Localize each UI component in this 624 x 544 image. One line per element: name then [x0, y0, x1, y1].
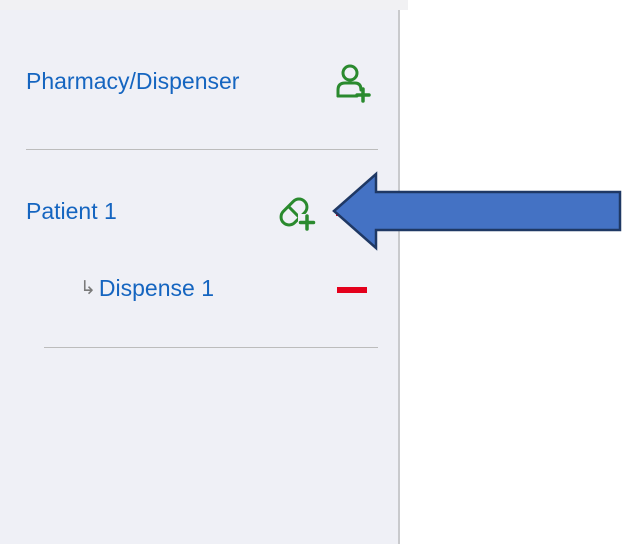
dispense-link[interactable]: Dispense 1 — [99, 275, 214, 302]
sidebar-divider — [398, 10, 400, 544]
callout-arrow-icon — [332, 171, 622, 251]
top-border — [0, 0, 408, 10]
section-divider — [44, 347, 378, 348]
remove-dispense-minus-icon[interactable] — [337, 287, 367, 293]
pharmacy-dispenser-link[interactable]: Pharmacy/Dispenser — [26, 68, 239, 95]
dispense-list-item[interactable]: ↳ Dispense 1 — [80, 275, 214, 302]
add-pharmacy-person-plus-icon[interactable] — [334, 63, 374, 103]
screenshot-stage: Pharmacy/Dispenser Patient 1 ↳ Dispense … — [0, 0, 624, 544]
section-divider — [26, 149, 378, 150]
patient-link[interactable]: Patient 1 — [26, 198, 117, 225]
subitem-arrow-icon: ↳ — [80, 278, 96, 299]
add-dispense-pill-plus-icon[interactable] — [276, 190, 318, 232]
